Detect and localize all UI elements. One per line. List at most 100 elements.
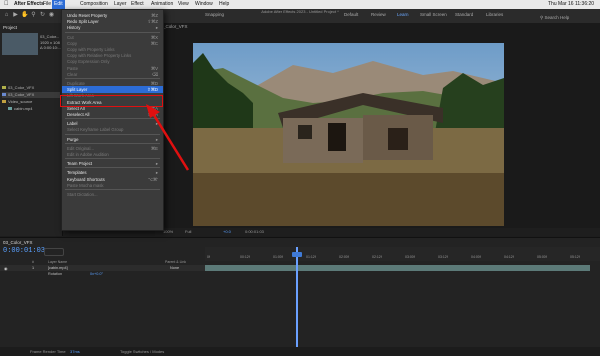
status-bar: Frame Render Time 37ms Toggle Switches /… — [0, 347, 600, 356]
annotation-arrow — [146, 104, 190, 171]
menu-item-label: Edit in Adobe Audition — [67, 152, 109, 157]
zoom-tool-icon[interactable]: ⚲ — [30, 12, 37, 19]
menu-item-label: Select Keyframe Label Group — [67, 127, 124, 133]
playhead[interactable] — [296, 247, 298, 347]
menu-edit[interactable]: Edit — [52, 0, 65, 9]
menu-item-label: History — [67, 25, 81, 31]
cabin-landscape-image — [193, 43, 504, 226]
composition-frame[interactable] — [193, 43, 504, 226]
resolution[interactable]: Full — [185, 229, 191, 234]
ruler-tick-label: 05:00f — [537, 255, 547, 259]
menu-item-label: Team Project — [67, 161, 93, 167]
ruler-tick-label: 00:12f — [240, 255, 250, 259]
project-item-duration: Δ 0:00:10:... — [40, 45, 62, 50]
rotation-row[interactable]: Rotation 0x+0.0° — [0, 271, 205, 277]
hand-tool-icon[interactable]: ✋ — [21, 12, 28, 19]
workspace-libraries[interactable]: Libraries — [486, 12, 503, 17]
col-parent: Parent & Link — [165, 260, 187, 264]
menu-window[interactable]: Window — [195, 0, 213, 9]
toggle-switches[interactable]: Toggle Switches / Modes — [120, 349, 164, 354]
viewer-timecode[interactable]: 0:00:01:03 — [245, 229, 264, 234]
timeline-tab[interactable]: 03_Color_VFX — [3, 240, 33, 245]
menu-separator — [65, 189, 160, 190]
project-item-name: 03_Color... — [40, 34, 60, 39]
menu-effect[interactable]: Effect — [131, 0, 144, 9]
layer-name[interactable]: [cabin.mp4] — [48, 266, 68, 270]
ruler-tick-label: 04:12f — [504, 255, 514, 259]
search-help-label: Search Help — [544, 15, 570, 20]
search-help[interactable]: ⚲ Search Help — [540, 15, 569, 21]
rotation-value[interactable]: 0x+0.0° — [90, 272, 103, 276]
menu-item-label: Paste Mocha mask — [67, 182, 104, 188]
workspace-standard[interactable]: Standard — [455, 12, 473, 17]
rotate-tool-icon[interactable]: ↻ — [39, 12, 46, 19]
project-row-label: 03_Color_VFX — [8, 92, 35, 97]
menu-item-history[interactable]: History ▸ — [62, 24, 163, 31]
footage-icon — [8, 107, 12, 111]
timeline-search-input[interactable] — [44, 248, 64, 256]
ruler-tick-label: 01:00f — [273, 255, 283, 259]
menu-app[interactable]: After Effects — [14, 0, 44, 9]
menu-item-shortcut: ⌫ — [151, 71, 158, 77]
time-ruler[interactable]: 0f 00:12f 01:00f 01:12f 02:00f 02:12f 03:00f 03… — [205, 247, 600, 261]
menu-item-clear[interactable]: Clear ⌫ — [62, 71, 163, 78]
menu-item-shortcut: ▸ — [155, 25, 158, 31]
menu-item-label: Deselect All — [67, 112, 90, 117]
project-thumbnail — [2, 33, 38, 55]
render-time-value: 37ms — [70, 349, 80, 354]
mac-menubar:  After Effects Edit File Composition La… — [0, 0, 600, 9]
label-swatch — [2, 93, 6, 97]
ruler-tick-label: 05:12f — [570, 255, 580, 259]
playhead-handle[interactable] — [292, 252, 302, 257]
zoom-level[interactable]: 100% — [163, 229, 173, 234]
ruler-tick-label: 04:00f — [471, 255, 481, 259]
project-row-label: cabin.mp4 — [14, 106, 33, 111]
home-icon[interactable]: ⌂ — [3, 12, 10, 19]
menu-separator — [65, 31, 160, 33]
project-row[interactable]: 03_Color_VFX — [2, 92, 60, 98]
layer-duration-bar[interactable] — [205, 265, 590, 271]
apple-icon[interactable]:  — [4, 0, 9, 9]
menu-layer[interactable]: Layer — [114, 0, 127, 9]
ruler-tick-label: 02:00f — [339, 255, 349, 259]
col-index: # — [32, 260, 34, 264]
folder-icon — [2, 100, 6, 104]
menu-item-label: Clear — [67, 71, 78, 77]
timeline-timecode[interactable]: 0:00:01:03 — [3, 247, 45, 255]
menu-item-start-dictation[interactable]: Start Dictation... — [62, 191, 163, 198]
menu-help[interactable]: Help — [219, 0, 229, 9]
rotation-label: Rotation — [48, 272, 63, 276]
menu-animation[interactable]: Animation — [151, 0, 173, 9]
workspace-small-screen[interactable]: Small Screen — [420, 12, 447, 17]
ruler-tick-label: 03:00f — [405, 255, 415, 259]
exposure[interactable]: +0.0 — [223, 229, 231, 234]
project-panel: Project 03_Color... 1920 x 108 Δ 0:00:10… — [0, 23, 63, 236]
clock: Thu Mar 16 11:36:20 — [548, 1, 595, 7]
menu-file[interactable]: File — [43, 0, 51, 9]
project-row-label: Video_source — [8, 99, 33, 104]
ruler-tick-label: 03:12f — [438, 255, 448, 259]
project-row[interactable]: cabin.mp4 — [8, 106, 66, 112]
project-row-label: 03_Color_VFX — [8, 85, 35, 90]
layer-parent[interactable]: None — [170, 266, 179, 270]
menu-item-label: Start Dictation... — [67, 192, 98, 197]
camera-tool-icon[interactable]: ◉ — [48, 12, 55, 19]
menu-view[interactable]: View — [178, 0, 189, 9]
ruler-tick-label: 01:12f — [306, 255, 316, 259]
layer-index: 1 — [32, 266, 35, 270]
menu-item-label: Purge — [67, 136, 79, 142]
ruler-tick-label: 02:12f — [372, 255, 382, 259]
menu-composition[interactable]: Composition — [80, 0, 108, 9]
menu-separator — [65, 78, 160, 79]
ruler-tick-label: 0f — [207, 255, 210, 259]
project-row[interactable]: 03_Color_VFX — [2, 85, 60, 91]
col-layer-name: Layer Name — [48, 260, 68, 264]
selection-tool-icon[interactable]: ▶ — [12, 12, 19, 19]
label-swatch — [2, 86, 6, 90]
menu-item-paste-mocha-mask[interactable]: Paste Mocha mask — [62, 182, 163, 189]
viewer-controls: 100% Full 0:00:01:03 +0.0 — [155, 228, 600, 236]
window-title: Adobe After Effects 2023 - Untitled Proj… — [261, 9, 339, 14]
project-row[interactable]: Video_source — [2, 99, 60, 105]
render-time-label: Frame Render Time — [30, 349, 66, 354]
project-tab[interactable]: Project — [3, 25, 17, 30]
